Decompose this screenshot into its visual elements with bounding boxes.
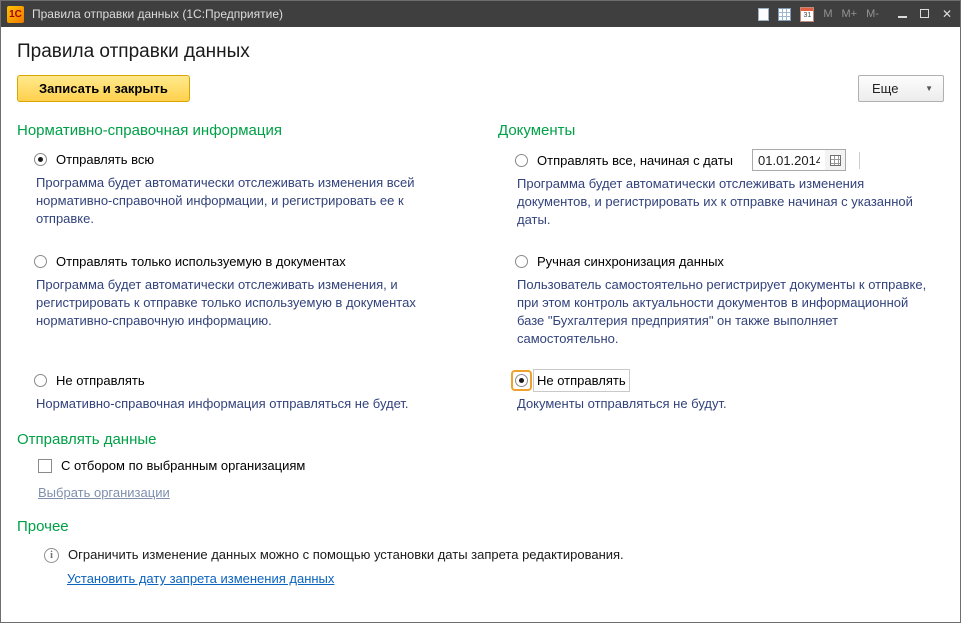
calendar-icon[interactable]: 31 (800, 7, 814, 22)
memory-plus-button[interactable]: М+ (842, 8, 858, 20)
memory-button[interactable]: М (823, 8, 832, 20)
option-hint: Пользователь самостоятельно регистрирует… (517, 276, 937, 348)
minimize-button[interactable] (898, 5, 907, 23)
nsi-option-group-1: Отправлять всю Программа будет автоматич… (17, 139, 472, 241)
save-and-close-button[interactable]: Записать и закрыть (17, 75, 190, 102)
radio-focus-frame (30, 149, 51, 170)
radio-label[interactable]: Отправлять всю (56, 152, 154, 167)
radio-icon[interactable] (34, 255, 47, 268)
other-section: Прочее i Ограничить изменение данных мож… (17, 518, 944, 588)
document-icon[interactable] (758, 8, 769, 21)
window-controls: ✕ (898, 5, 952, 23)
radio-label[interactable]: Отправлять только используемую в докумен… (56, 254, 346, 269)
checkbox-icon[interactable] (38, 459, 52, 473)
doc-option-group-1: Отправлять все, начиная с даты Программа… (498, 139, 944, 241)
option-hint: Нормативно-справочная информация отправл… (36, 395, 456, 413)
option-hint: Документы отправляться не будут. (517, 395, 937, 413)
radio-focus-frame (511, 150, 532, 171)
nsi-option-group-2: Отправлять только используемую в докумен… (17, 241, 472, 360)
checkbox-label[interactable]: С отбором по выбранным организациям (61, 458, 305, 473)
radio-option-send-all-nsi[interactable]: Отправлять всю (30, 149, 472, 170)
radio-option-send-used-nsi[interactable]: Отправлять только используемую в докумен… (30, 251, 472, 272)
calendar-grid-icon (830, 155, 841, 166)
radio-focus-frame (30, 251, 51, 272)
maximize-icon (920, 9, 929, 18)
app-window: 1С Правила отправки данных (1С:Предприят… (0, 0, 961, 623)
set-restriction-date-link[interactable]: Установить дату запрета изменения данных (67, 571, 334, 586)
option-hint: Программа будет автоматически отслеживат… (36, 276, 456, 330)
option-hint: Программа будет автоматически отслеживат… (36, 174, 456, 228)
radio-option-dont-send-nsi[interactable]: Не отправлять (30, 370, 472, 391)
1c-logo-icon: 1С (7, 6, 24, 23)
radio-icon[interactable] (34, 153, 47, 166)
calculator-icon[interactable] (778, 8, 791, 21)
titlebar-right: 31 М М+ М- ✕ (758, 5, 952, 23)
date-picker-button[interactable] (825, 150, 845, 170)
radio-label[interactable]: Не отправлять (56, 373, 145, 388)
calendar-day-label: 31 (801, 11, 813, 20)
nsi-option-group-3: Не отправлять Нормативно-справочная инфо… (17, 360, 472, 425)
radio-icon[interactable] (515, 255, 528, 268)
form-content: Правила отправки данных Записать и закры… (1, 27, 960, 622)
radio-option-send-docs-from-date[interactable]: Отправлять все, начиная с даты (511, 149, 944, 171)
radio-label[interactable]: Отправлять все, начиная с даты (537, 153, 733, 168)
radio-focus-frame (511, 370, 532, 391)
start-date-input[interactable] (753, 153, 825, 168)
radio-focus-frame (30, 370, 51, 391)
start-date-field-group (752, 149, 846, 171)
options-columns: Нормативно-справочная информация Докумен… (17, 118, 944, 425)
filter-by-organizations-option[interactable]: С отбором по выбранным организациям (38, 458, 944, 473)
select-organizations-link[interactable]: Выбрать организации (38, 485, 170, 500)
radio-label[interactable]: Не отправлять (537, 373, 626, 388)
chevron-down-icon: ▼ (925, 84, 933, 93)
section-heading-other: Прочее (17, 518, 944, 535)
info-icon: i (44, 548, 59, 563)
option-hint: Программа будет автоматически отслеживат… (517, 175, 937, 229)
info-text: Ограничить изменение данных можно с помо… (68, 547, 624, 562)
section-heading-reference-info: Нормативно-справочная информация (17, 122, 472, 139)
radio-label[interactable]: Ручная синхронизация данных (537, 254, 724, 269)
more-button[interactable]: Еще ▼ (858, 75, 944, 102)
page-title: Правила отправки данных (17, 41, 944, 63)
doc-option-group-2: Ручная синхронизация данных Пользователь… (498, 241, 944, 360)
maximize-button[interactable] (920, 5, 929, 23)
section-heading-send-data: Отправлять данные (17, 431, 944, 448)
more-button-label: Еще (872, 81, 898, 96)
memory-minus-button[interactable]: М- (866, 8, 879, 20)
close-button[interactable]: ✕ (942, 8, 952, 20)
edit-restriction-info: i Ограничить изменение данных можно с по… (44, 547, 684, 563)
window-title: Правила отправки данных (1С:Предприятие) (32, 7, 750, 21)
minimize-icon (898, 16, 907, 18)
field-separator (859, 152, 860, 169)
doc-option-group-3: Не отправлять Документы отправляться не … (498, 360, 944, 425)
radio-option-manual-sync[interactable]: Ручная синхронизация данных (511, 251, 944, 272)
send-data-section: Отправлять данные С отбором по выбранным… (17, 431, 944, 504)
radio-icon[interactable] (34, 374, 47, 387)
radio-icon[interactable] (515, 374, 528, 387)
radio-focus-frame (511, 251, 532, 272)
titlebar: 1С Правила отправки данных (1С:Предприят… (1, 1, 960, 27)
section-heading-documents: Документы (498, 122, 944, 139)
radio-icon[interactable] (515, 154, 528, 167)
command-bar: Записать и закрыть Еще ▼ (17, 75, 944, 102)
radio-option-dont-send-docs[interactable]: Не отправлять (511, 370, 944, 391)
